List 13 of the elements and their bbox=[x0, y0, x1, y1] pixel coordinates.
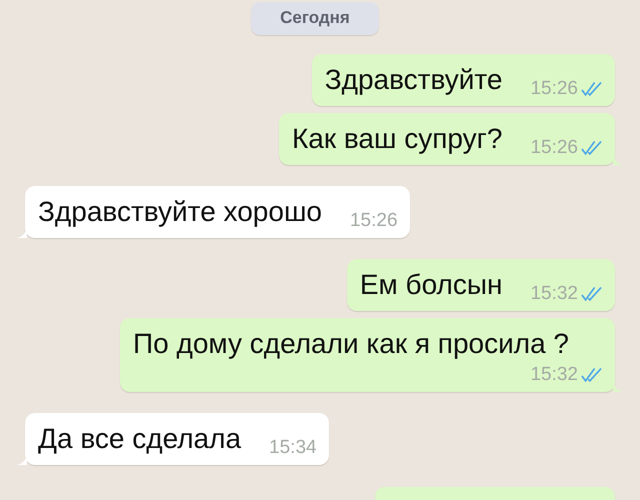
message-text: По дому сделали как я просила ? bbox=[133, 328, 569, 360]
message-time: 15:26 bbox=[530, 78, 578, 100]
message-time: 15:26 bbox=[530, 137, 578, 159]
message-text: Как ваш супруг? bbox=[292, 123, 502, 155]
message-time: 15:32 bbox=[530, 364, 578, 386]
date-label: Сегодня bbox=[251, 2, 379, 35]
message-text: Ем болсын bbox=[360, 269, 502, 301]
message-text: Здравствуйте bbox=[324, 64, 502, 96]
message-time: 15:26 bbox=[350, 210, 398, 232]
message-text: Да все сделала bbox=[38, 423, 242, 455]
message-time: 15:32 bbox=[530, 283, 578, 305]
message-time: 15:34 bbox=[269, 437, 317, 459]
message-text: Здравствуйте хорошо bbox=[38, 196, 322, 228]
